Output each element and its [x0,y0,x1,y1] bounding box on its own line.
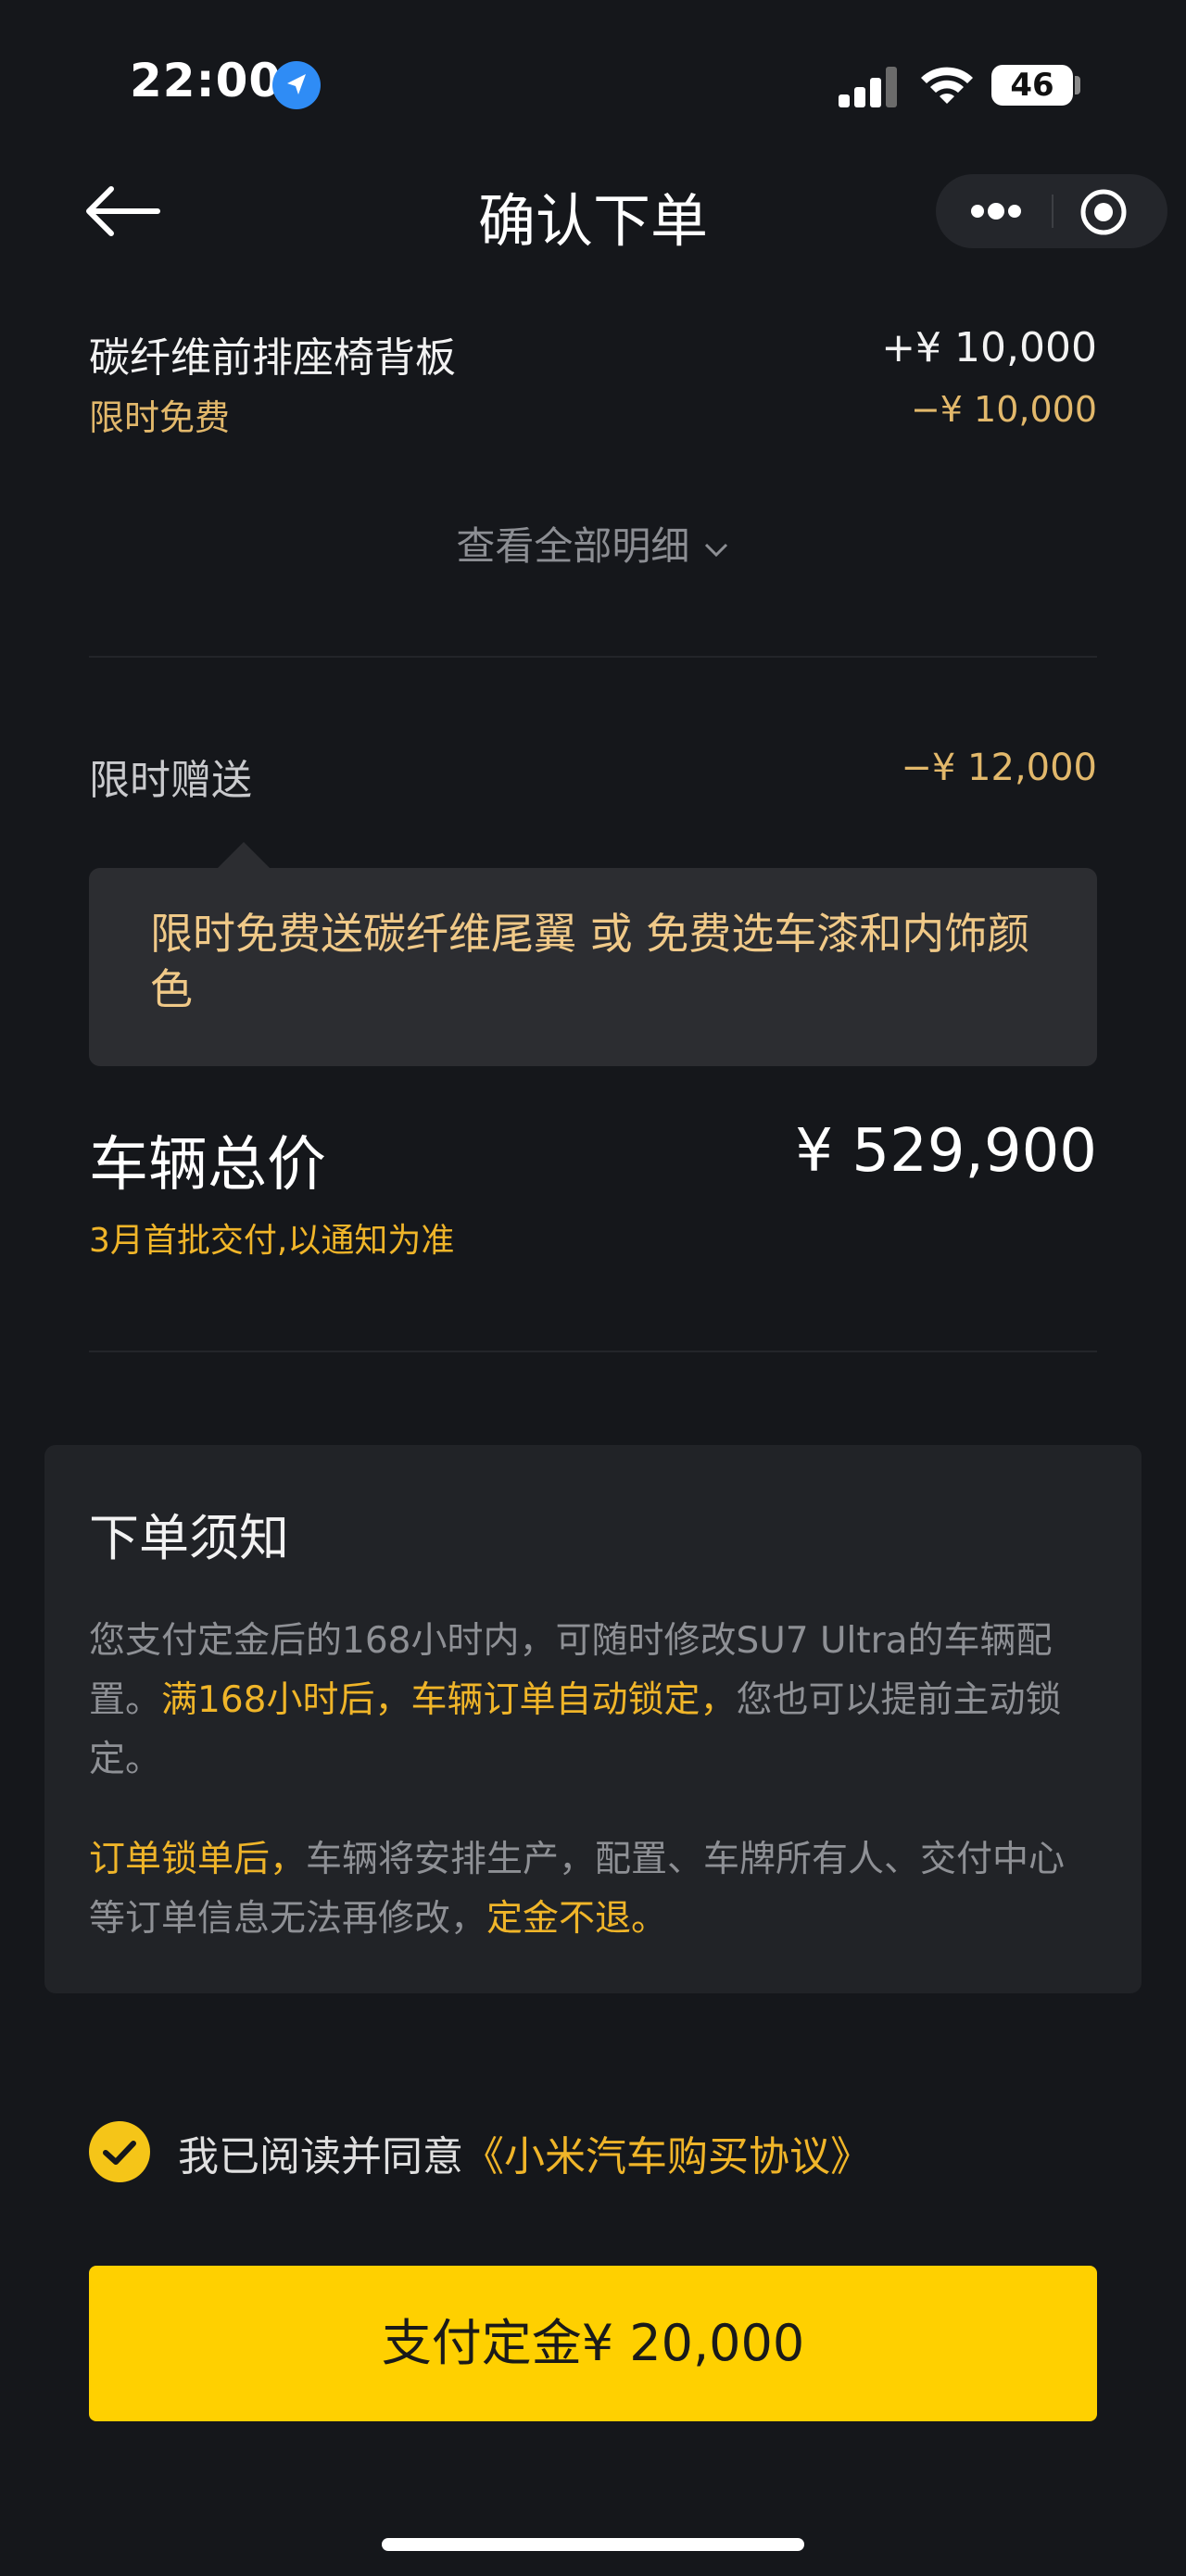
notice-highlight: 满168小时后，车辆订单自动锁定， [161,1679,737,1721]
home-indicator[interactable] [382,2538,804,2551]
view-all-label: 查看全部明细 [456,523,690,569]
chevron-down-icon [704,543,727,557]
section-divider [89,656,1097,658]
total-label: 车辆总价 [89,1131,326,1200]
delivery-note: 3月首批交付,以通知为准 [89,1222,455,1260]
agreement-text: 我已阅读并同意《小米汽车购买协议》 [178,2123,871,2182]
agree-checkbox[interactable] [89,2121,150,2182]
option-name: 碳纤维前排座椅背板 [89,334,456,382]
capsule-divider [1052,195,1054,228]
total-price: ¥ 529,900 [795,1117,1097,1186]
battery-icon: 46 [991,65,1073,106]
section-divider [89,1351,1097,1352]
notice-highlight: 订单锁单后， [89,1839,307,1880]
gift-price: −¥ 12,000 [901,747,1097,789]
signal-icon [839,67,898,107]
battery-nub [1075,76,1080,94]
agreement-label: 我已阅读并同意 [178,2133,463,2180]
pay-deposit-button[interactable]: 支付定金¥ 20,000 [89,2266,1097,2421]
checkmark-icon [103,2141,136,2165]
status-time: 22:00 [130,54,283,107]
gift-label: 限时赠送 [89,757,252,804]
more-dots-icon[interactable] [954,174,1038,248]
option-promo-label: 限时免费 [89,397,231,438]
option-discount: −¥ 10,000 [910,389,1097,430]
wifi-icon [917,61,977,109]
target-icon[interactable] [1079,188,1128,236]
gift-tooltip-text: 限时免费送碳纤维尾翼 或 免费选车漆和内饰颜色 [150,909,1030,1014]
location-arrow-icon [272,61,321,109]
notice-paragraph-2: 订单锁单后，车辆将安排生产，配置、车牌所有人、交付中心等订单信息无法再修改，定金… [89,1830,1099,1949]
notice-highlight: 定金不退。 [486,1898,668,1940]
view-all-details-link[interactable]: 查看全部明细 [0,515,1186,572]
notice-paragraph-1: 您支付定金后的168小时内，可随时修改SU7 Ultra的车辆配置。满168小时… [89,1612,1099,1790]
tooltip-arrow [216,842,271,870]
notice-title: 下单须知 [89,1509,289,1567]
purchase-agreement-link[interactable]: 《小米汽车购买协议》 [463,2133,871,2180]
option-price: +¥ 10,000 [881,324,1097,371]
